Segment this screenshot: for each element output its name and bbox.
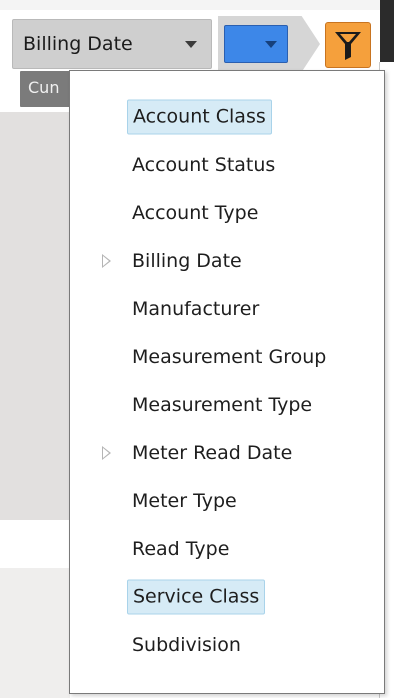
menu-item-label: Account Status: [132, 154, 276, 176]
menu-item-subdivision[interactable]: Subdivision: [70, 621, 384, 669]
menu-item-service-class[interactable]: Service Class: [70, 573, 384, 621]
filter-funnel-icon: [335, 32, 361, 60]
menu-item-measurement-type[interactable]: Measurement Type: [70, 381, 384, 429]
menu-item-billing-date[interactable]: Billing Date: [70, 237, 384, 285]
app-window: Billing Date Cun Account Class Account St…: [0, 0, 394, 698]
menu-item-label: Measurement Group: [132, 346, 327, 368]
menu-item-measurement-group[interactable]: Measurement Group: [70, 333, 384, 381]
chevron-right-icon: [102, 446, 111, 460]
billing-date-select-label: Billing Date: [23, 33, 133, 55]
menu-item-label: Meter Read Date: [132, 442, 293, 464]
menu-item-label: Account Type: [132, 202, 259, 224]
menu-item-label: Measurement Type: [132, 394, 313, 416]
chevron-down-icon: [185, 40, 197, 48]
menu-item-account-class[interactable]: Account Class: [70, 93, 384, 141]
menu-item-label: Service Class: [127, 579, 266, 615]
menu-item-meter-type[interactable]: Meter Type: [70, 477, 384, 525]
menu-item-account-status[interactable]: Account Status: [70, 141, 384, 189]
background-panel: [0, 112, 70, 520]
menu-item-label: Meter Type: [132, 490, 237, 512]
menu-item-label: Manufacturer: [132, 298, 260, 320]
menu-item-label: Read Type: [132, 538, 230, 560]
current-tab[interactable]: Cun: [20, 71, 70, 107]
chevron-down-icon: [265, 40, 277, 48]
filter-button[interactable]: [325, 22, 371, 68]
billing-date-select[interactable]: Billing Date: [12, 19, 212, 69]
menu-item-meter-read-date[interactable]: Meter Read Date: [70, 429, 384, 477]
color-swatch-dropdown[interactable]: [224, 25, 288, 63]
menu-item-label: Billing Date: [132, 250, 242, 272]
menu-item-label: Subdivision: [132, 634, 241, 656]
top-strip: [0, 0, 394, 10]
attribute-dropdown-menu: Account Class Account Status Account Type B…: [69, 70, 385, 694]
background-panel-lower: [0, 568, 70, 698]
menu-item-read-type[interactable]: Read Type: [70, 525, 384, 573]
menu-item-label: Account Class: [127, 99, 272, 135]
chevron-right-icon: [102, 254, 111, 268]
menu-item-account-type[interactable]: Account Type: [70, 189, 384, 237]
menu-item-manufacturer[interactable]: Manufacturer: [70, 285, 384, 333]
right-edge-panel: [380, 0, 394, 62]
